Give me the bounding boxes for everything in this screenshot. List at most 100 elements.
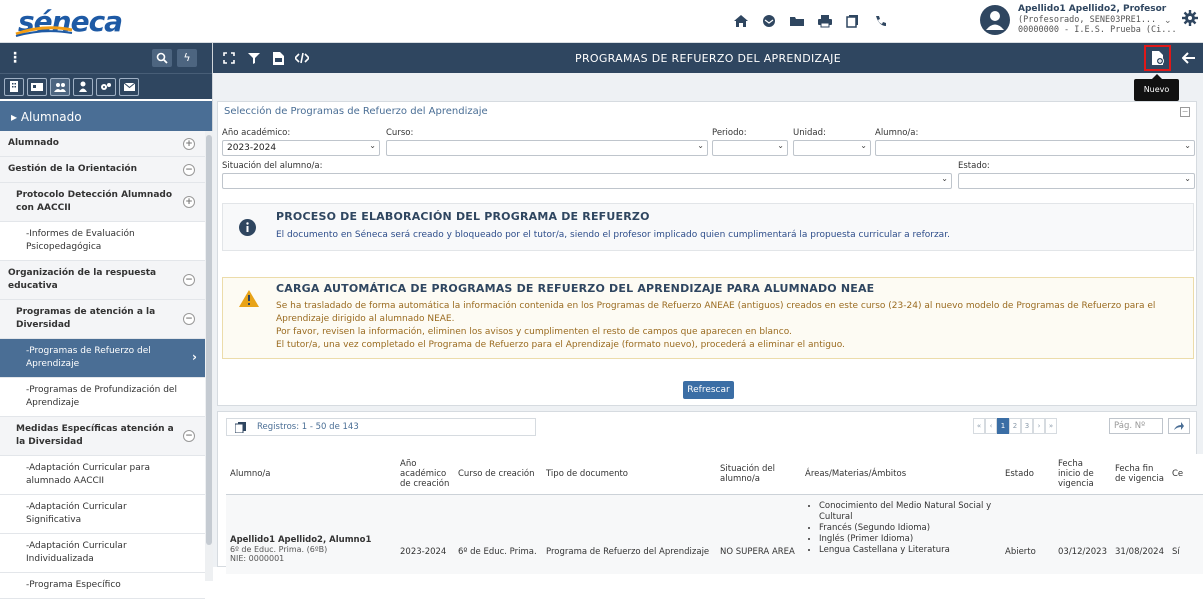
user-name: Apellido1 Apellido2, Profesor [1018,4,1167,14]
new-document-button[interactable] [1144,45,1171,71]
info-text: El documento en Séneca será creado y blo… [276,230,950,240]
unidad-select[interactable]: ⌄ [793,140,871,156]
column-header-2[interactable]: Curso de creación [454,454,542,495]
column-header-7[interactable]: Fecha inicio de vigencia [1054,454,1111,495]
new-tooltip: Nuevo [1134,74,1179,101]
pager-5[interactable]: › [1033,418,1045,434]
anio-select[interactable]: 2023-2024 ⌄ [222,140,380,156]
collapse-icon[interactable]: − [183,274,195,286]
id-card-icon[interactable] [27,77,47,96]
refresh-button[interactable]: Refrescar [683,381,734,399]
sidebar-scrollbar[interactable] [205,131,213,581]
column-header-8[interactable]: Fecha fin de vigencia [1111,454,1168,495]
chevron-down-icon: ⌄ [1184,174,1191,183]
student-icon[interactable] [73,77,93,96]
users-icon[interactable] [50,77,70,96]
back-arrow-icon[interactable] [1178,47,1200,69]
pager-4[interactable]: 3 [1021,418,1033,434]
user-menu[interactable]: Apellido1 Apellido2, Profesor (Profesora… [978,3,1203,39]
collapse-icon[interactable]: − [183,430,195,442]
area-item: Lengua Castellana y Literatura [819,545,997,556]
situacion-select[interactable]: ⌄ [222,173,952,189]
sidebar-item-label: -Adaptación Curricular Significativa [26,502,127,525]
alumno-label: Alumno/a: [875,128,919,138]
collapse-panel-icon[interactable]: − [1180,107,1190,117]
table-row[interactable]: Apellido1 Apellido2, Alumno1 6º de Educ.… [226,494,1203,574]
copy-icon[interactable] [839,10,867,32]
sidebar-item-label: -Adaptación Curricular para alumnado AAC… [26,463,150,486]
pager-6[interactable]: » [1045,418,1057,434]
sidebar-item-label: -Programas de Profundización del Aprendi… [26,385,177,408]
unidad-label: Unidad: [793,128,826,138]
sidebar-item-0[interactable]: Alumnado + [0,131,205,157]
sidebar-item-label: Protocolo Detección Alumnado con AACCII [16,190,173,213]
more-vertical-icon[interactable]: ⋮ [8,50,22,66]
student-name: Apellido1 Apellido2, Alumno1 [230,535,372,546]
column-header-4[interactable]: Situación del alumno/a [716,454,801,495]
expand-icon[interactable]: + [183,137,195,150]
pager-3[interactable]: 2 [1009,418,1021,434]
mail-icon[interactable] [755,10,783,32]
cell-estado: Abierto [1001,494,1054,574]
pager-0[interactable]: « [973,418,985,434]
sidebar-item-11[interactable]: -Adaptación Curricular Individualizada [0,534,205,573]
sidebar-item-1[interactable]: Gestión de la Orientación − [0,157,205,183]
collapse-icon[interactable]: − [183,163,195,176]
home-icon[interactable] [727,10,755,32]
cogs-icon[interactable] [96,77,116,96]
sidebar-item-4[interactable]: Organización de la respuesta educativa − [0,261,205,300]
sidebar-item-8[interactable]: Medidas Específicas atención a la Divers… [0,417,205,456]
column-header-3[interactable]: Tipo de documento [542,454,716,495]
warning-notice: CARGA AUTOMÁTICA DE PROGRAMAS DE REFUERZ… [222,277,1194,359]
column-header-1[interactable]: Año académico de creación [396,454,454,495]
collapse-icon[interactable]: − [183,313,195,325]
lightning-icon[interactable]: ϟ [177,49,197,67]
column-header-0[interactable]: Alumno/a [226,454,396,495]
situacion-label: Situación del alumno/a: [222,161,323,171]
sidebar-item-9[interactable]: -Adaptación Curricular para alumnado AAC… [0,456,205,495]
phone-icon[interactable] [867,10,895,32]
cell-inicio: 03/12/2023 [1054,494,1111,574]
top-bar: séneca Apellido1 Apellido2, Profesor (Pr… [0,0,1203,43]
area-item: Francés (Segundo Idioma) [819,523,997,534]
expand-icon[interactable]: + [183,196,195,208]
table-header-row: Alumno/a Año académico de creación Curso d… [226,454,1203,495]
student-nie: NIE: 0000001 [230,554,285,564]
copy-icon[interactable] [235,422,246,433]
page-number-input[interactable]: Pág. Nº [1109,418,1163,434]
sidebar-module-icons [0,73,212,99]
go-page-button[interactable] [1168,418,1190,434]
sidebar-item-2[interactable]: Protocolo Detección Alumnado con AACCII + [0,183,205,222]
pager-1[interactable]: ‹ [985,418,997,434]
sidebar-item-3[interactable]: -Informes de Evaluación Psicopedagógica [0,222,205,261]
sidebar-item-6[interactable]: -Programas de Refuerzo del Aprendizaje › [0,339,205,378]
folder-icon[interactable] [783,10,811,32]
column-header-6[interactable]: Estado [1001,454,1054,495]
print-icon[interactable] [811,10,839,32]
chevron-down-icon[interactable]: ⌄ [1164,16,1172,26]
periodo-select[interactable]: ⌄ [712,140,788,156]
records-count: Registros: 1 - 50 de 143 [226,418,536,436]
building-icon[interactable] [4,77,24,96]
sidebar-section-title[interactable]: ▸ Alumnado [0,101,212,131]
envelope-icon[interactable] [119,77,139,96]
scrollbar-thumb[interactable] [206,135,212,545]
seneca-logo[interactable]: séneca [15,4,123,38]
sidebar-item-10[interactable]: -Adaptación Curricular Significativa [0,495,205,534]
area-item: Inglés (Primer Idioma) [819,534,997,545]
sidebar-item-5[interactable]: Programas de atención a la Diversidad − [0,300,205,339]
curso-select[interactable]: ⌄ [386,140,708,156]
pagination: «‹ 1 2 3 ›» [973,418,1057,434]
alumno-select[interactable]: ⌄ [875,140,1195,156]
sidebar-item-label: Programas de atención a la Diversidad [16,307,156,330]
column-header-5[interactable]: Áreas/Materias/Ámbitos [801,454,1001,495]
column-header-9[interactable]: Ce [1168,454,1203,495]
sidebar-item-12[interactable]: -Programa Específico [0,573,205,599]
cell-ce: Sí [1168,494,1203,574]
results-table: Alumno/a Año académico de creación Curso d… [226,454,1203,574]
pager-2[interactable]: 1 [997,418,1009,434]
gear-icon[interactable] [1182,10,1198,30]
sidebar-item-7[interactable]: -Programas de Profundización del Aprendi… [0,378,205,417]
estado-select[interactable]: ⌄ [958,173,1195,189]
search-icon[interactable] [152,49,172,67]
